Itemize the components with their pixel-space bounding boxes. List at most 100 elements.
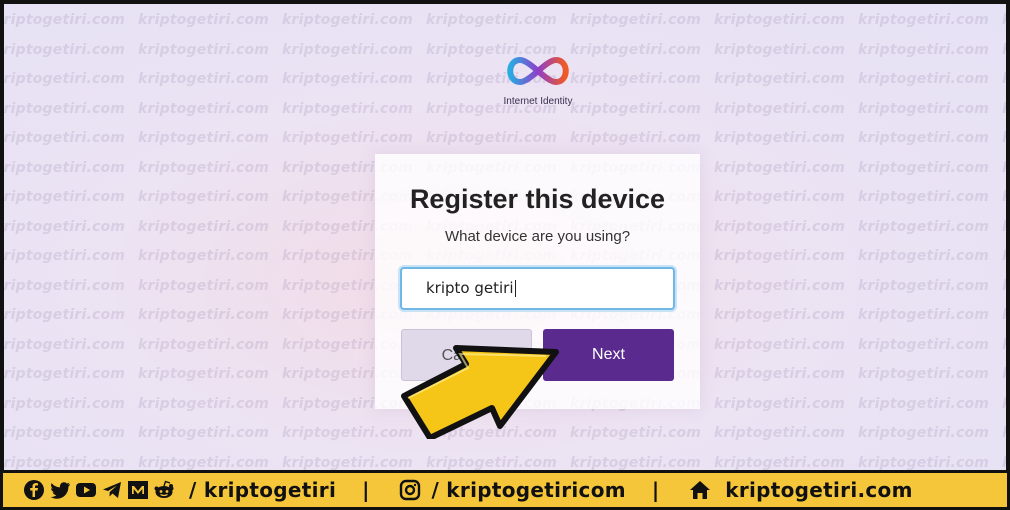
facebook-icon[interactable] [23, 479, 45, 501]
watermark-text: kriptogetiri.com [714, 41, 846, 58]
watermark-text: kriptogetiri.com [4, 218, 126, 235]
watermark-text: kriptogetiri.com [858, 71, 990, 87]
watermark-text: kriptogetiri.com [714, 130, 846, 146]
watermark-text: kriptogetiri.com [138, 277, 270, 294]
text-caret [514, 280, 516, 297]
watermark-text: kriptogetiri.com [138, 189, 270, 205]
watermark-text: kriptogetiri.com [714, 100, 846, 117]
watermark-text: kriptogetiri.com [138, 336, 270, 353]
watermark-text: kriptogetiri.com [1002, 71, 1006, 87]
watermark-text: kriptogetiri.com [138, 159, 270, 176]
watermark-text: kriptogetiri.com [138, 12, 270, 28]
logo-caption: Internet Identity [503, 96, 573, 107]
watermark-text: kriptogetiri.com [570, 454, 702, 471]
watermark-text: kriptogetiri.com [4, 425, 126, 441]
watermark-text: kriptogetiri.com [138, 41, 270, 58]
watermark-text: kriptogetiri.com [1002, 12, 1006, 28]
watermark-text: kriptogetiri.com [138, 248, 270, 264]
watermark-text: kriptogetiri.com [858, 189, 990, 205]
watermark-text: kriptogetiri.com [426, 454, 558, 471]
website-link[interactable]: kriptogetiri.com [725, 478, 913, 502]
watermark-text: kriptogetiri.com [138, 130, 270, 146]
watermark-text: kriptogetiri.com [714, 12, 846, 28]
footer-separator-1: | [362, 478, 370, 502]
watermark-text: kriptogetiri.com [1002, 42, 1006, 58]
twitter-icon[interactable] [49, 479, 71, 501]
watermark-text: kriptogetiri.com [138, 100, 270, 117]
watermark-text: kriptogetiri.com [714, 248, 846, 264]
watermark-text: kriptogetiri.com [4, 336, 126, 353]
watermark-text: kriptogetiri.com [138, 366, 270, 382]
watermark-text: kriptogetiri.com [714, 277, 846, 294]
watermark-text: kriptogetiri.com [570, 12, 702, 28]
watermark-row: kriptogetiri.com kriptogetiri.com kriptoge… [4, 454, 1006, 471]
watermark-text: kriptogetiri.com [4, 12, 126, 28]
watermark-text: kriptogetiri.com [858, 41, 990, 58]
watermark-text: kriptogetiri.com [570, 130, 702, 146]
watermark-text: kriptogetiri.com [1002, 425, 1006, 441]
watermark-text: kriptogetiri.com [858, 218, 990, 235]
watermark-text: kriptogetiri.com [4, 71, 126, 87]
home-icon[interactable] [689, 479, 711, 501]
watermark-text: kriptogetiri.com [570, 71, 702, 87]
watermark-text: kriptogetiri.com [4, 130, 126, 146]
watermark-text: kriptogetiri.com [282, 41, 414, 58]
watermark-text: kriptogetiri.com [858, 248, 990, 264]
watermark-text: kriptogetiri.com [858, 366, 990, 382]
watermark-text: kriptogetiri.com [1002, 219, 1006, 235]
watermark-text: kriptogetiri.com [858, 159, 990, 176]
watermark-text: kriptogetiri.com [858, 100, 990, 117]
watermark-text: kriptogetiri.com [714, 189, 846, 205]
reddit-icon[interactable] [153, 479, 175, 501]
watermark-text: kriptogetiri.com [1002, 160, 1006, 176]
screen: kriptogetiri.com kriptogetiri.com kriptoge… [0, 0, 1010, 510]
watermark-text: kriptogetiri.com [858, 395, 990, 412]
watermark-text: kriptogetiri.com [4, 100, 126, 117]
watermark-text: kriptogetiri.com [138, 307, 270, 323]
device-name-input[interactable]: kripto getiri [400, 267, 675, 310]
watermark-text: kriptogetiri.com [714, 366, 846, 382]
watermark-text: kriptogetiri.com [138, 425, 270, 441]
watermark-text: kriptogetiri.com [714, 425, 846, 441]
footer-separator-2: | [651, 478, 660, 502]
page-title: Register this device [409, 184, 666, 214]
watermark-text: kriptogetiri.com [426, 12, 558, 28]
watermark-text: kriptogetiri.com [858, 336, 990, 353]
watermark-text: kriptogetiri.com [138, 218, 270, 235]
medium-icon[interactable] [127, 479, 149, 501]
watermark-text: kriptogetiri.com [858, 425, 990, 441]
watermark-text: kriptogetiri.com [714, 395, 846, 412]
watermark-row: kriptogetiri.com kriptogetiri.com kriptoge… [4, 12, 1006, 28]
watermark-text: kriptogetiri.com [1002, 307, 1006, 323]
watermark-text: kriptogetiri.com [4, 454, 126, 471]
watermark-text: kriptogetiri.com [1002, 130, 1006, 146]
watermark-text: kriptogetiri.com [138, 71, 270, 87]
watermark-text: kriptogetiri.com [1002, 366, 1006, 382]
watermark-text: kriptogetiri.com [714, 159, 846, 176]
watermark-text: kriptogetiri.com [570, 425, 702, 441]
watermark-text: kriptogetiri.com [714, 454, 846, 471]
watermark-text: kriptogetiri.com [858, 277, 990, 294]
telegram-icon[interactable] [101, 479, 123, 501]
watermark-text: kriptogetiri.com [858, 454, 990, 471]
watermark-text: kriptogetiri.com [570, 41, 702, 58]
internet-identity-logo [507, 56, 569, 86]
watermark-text: kriptogetiri.com [1002, 189, 1006, 205]
footer-bar: / kriptogetiri | / kriptogetiricom | kri… [0, 470, 1010, 510]
page-subtitle: What device are you using? [444, 228, 631, 245]
pointer-arrow-icon [401, 345, 559, 439]
watermark-text: kriptogetiri.com [1002, 455, 1006, 471]
watermark-text: kriptogetiri.com [714, 307, 846, 323]
watermark-text: kriptogetiri.com [714, 336, 846, 353]
social-handle[interactable]: / kriptogetiri [189, 478, 336, 502]
watermark-text: kriptogetiri.com [282, 71, 414, 87]
watermark-text: kriptogetiri.com [714, 218, 846, 235]
watermark-text: kriptogetiri.com [4, 366, 126, 382]
instagram-handle[interactable]: / kriptogetiricom [431, 478, 625, 502]
instagram-icon[interactable] [399, 479, 421, 501]
watermark-text: kriptogetiri.com [4, 159, 126, 176]
watermark-text: kriptogetiri.com [426, 130, 558, 146]
watermark-row: kriptogetiri.com kriptogetiri.com kriptoge… [4, 130, 1006, 146]
watermark-text: kriptogetiri.com [858, 130, 990, 146]
youtube-icon[interactable] [75, 479, 97, 501]
